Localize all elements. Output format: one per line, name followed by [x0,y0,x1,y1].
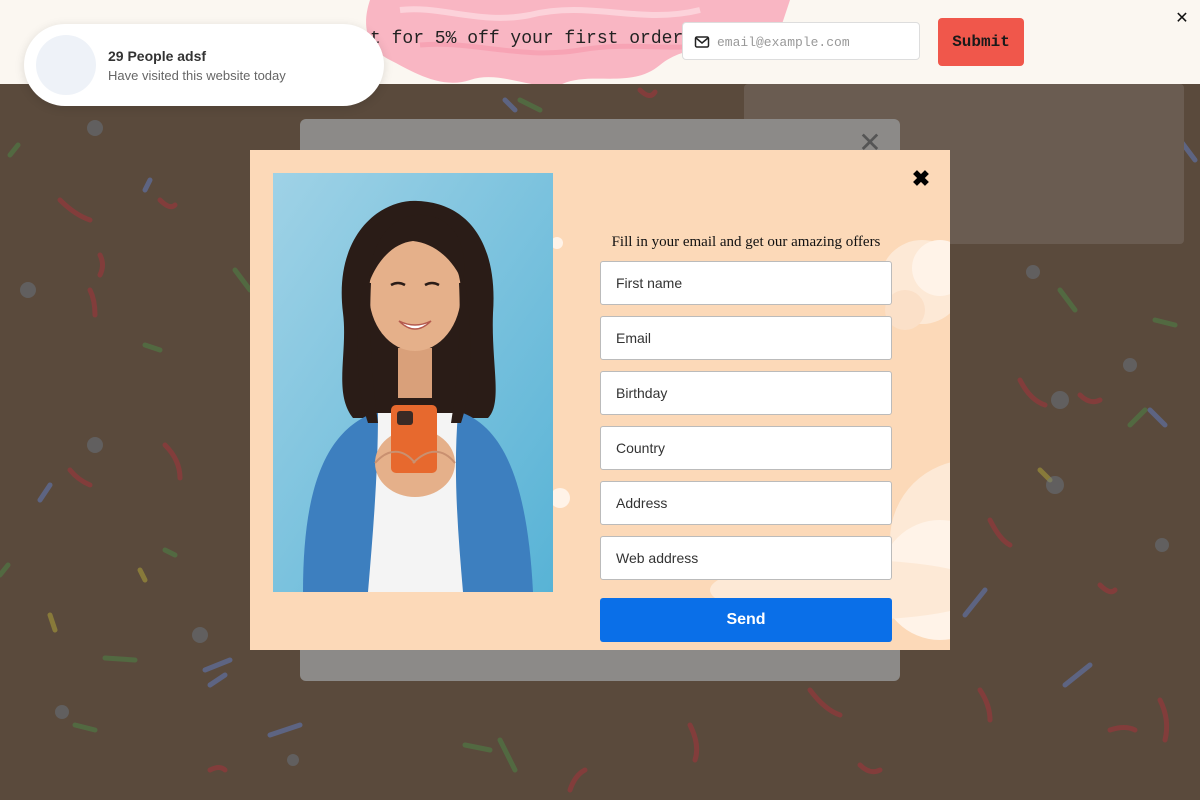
signup-modal: ✖ Fill in your email and get our amazing… [250,150,950,650]
mail-icon [694,36,710,48]
top-bar-email-field[interactable] [682,22,920,60]
first-name-field[interactable] [600,261,892,305]
form-title: Fill in your email and get our amazing o… [611,234,881,250]
social-proof-subtitle: Have visited this website today [108,68,286,83]
top-bar-submit-button[interactable]: Submit [938,18,1024,66]
web-address-field[interactable] [600,536,892,580]
email-field[interactable] [600,316,892,360]
modal-close-icon[interactable]: ✖ [910,168,932,190]
top-bar-email-input[interactable] [715,29,914,55]
top-bar-close-icon[interactable]: ✕ [1173,10,1191,28]
country-field[interactable] [600,426,892,470]
woman-with-phone-photo [273,173,553,592]
social-proof-title: 29 People adsf [108,48,207,64]
social-proof-notification: 29 People adsf Have visited this website… [24,24,384,106]
avatar [36,35,96,95]
birthday-field[interactable] [600,371,892,415]
promo-text: t for 5% off your first order [370,29,684,49]
send-button[interactable]: Send [600,598,892,642]
address-field[interactable] [600,481,892,525]
